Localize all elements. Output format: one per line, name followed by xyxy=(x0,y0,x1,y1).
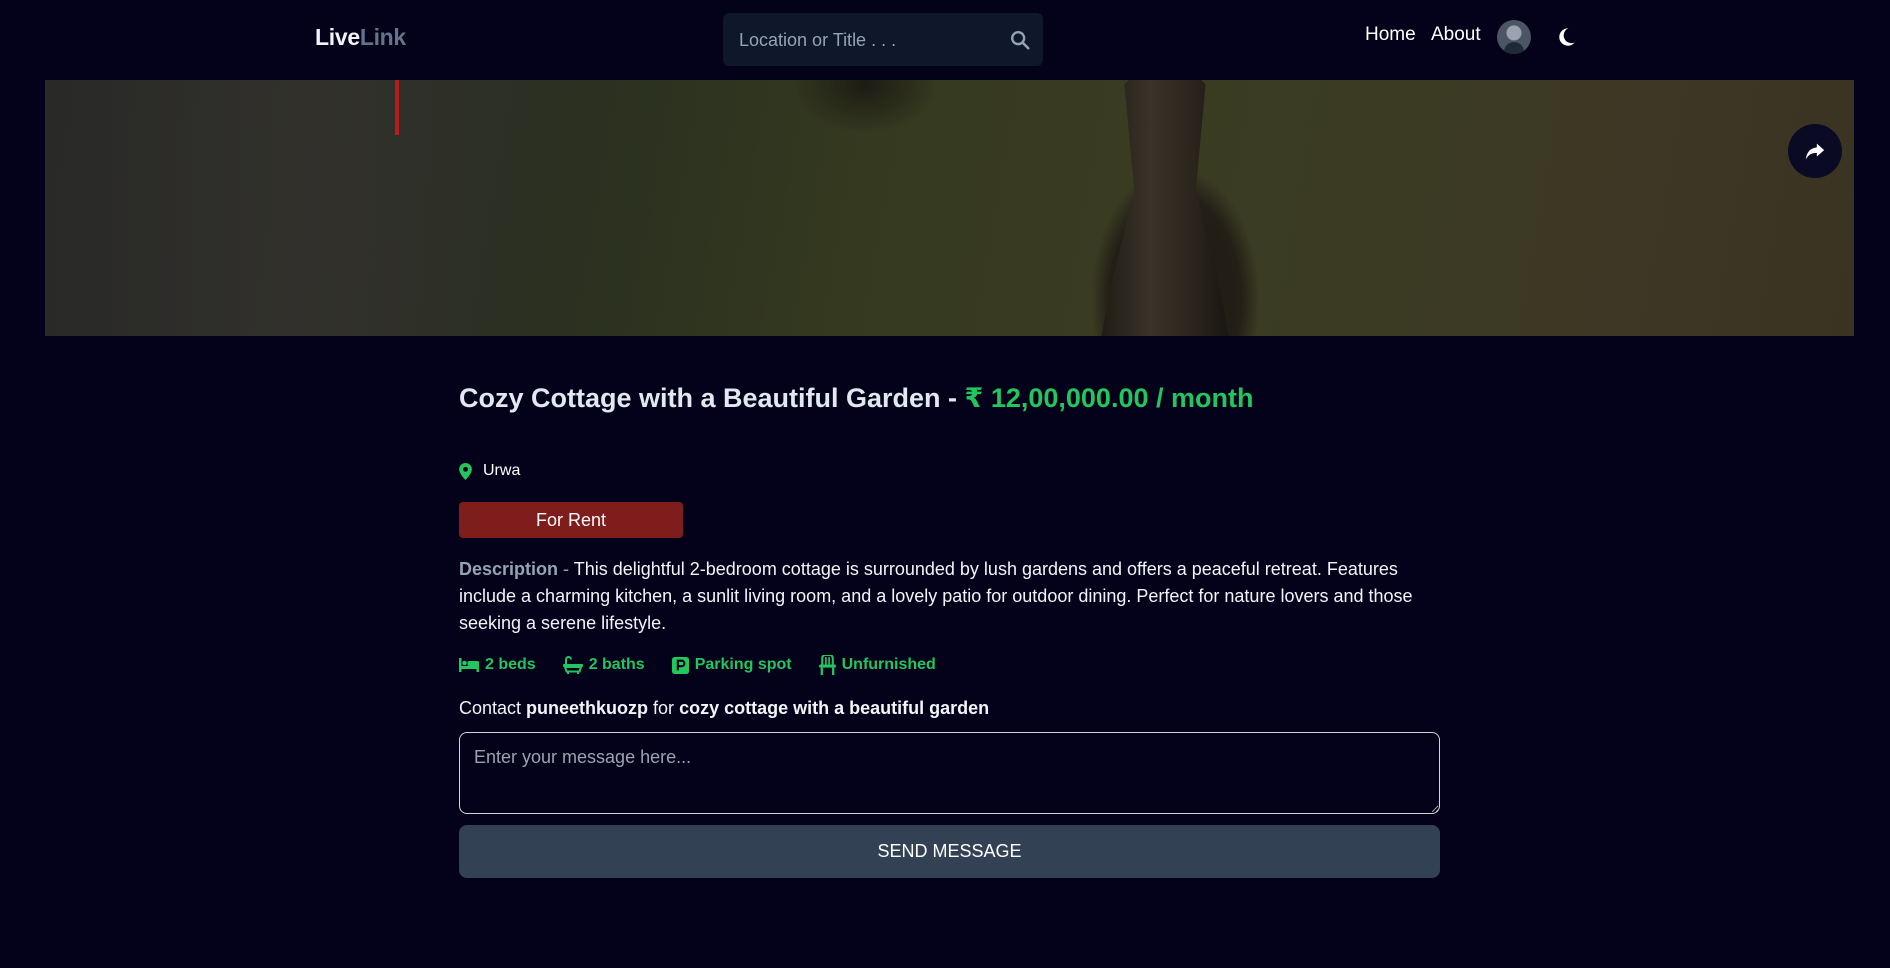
logo[interactable]: LiveLink xyxy=(315,24,406,51)
feature-baths: 2 baths xyxy=(562,655,645,675)
moon-icon[interactable] xyxy=(1555,26,1577,48)
listing-hero-image xyxy=(45,80,1854,336)
search-icon[interactable] xyxy=(1009,29,1031,51)
feature-furnished: Unfurnished xyxy=(818,655,936,675)
logo-part-live: Live xyxy=(315,24,360,50)
nav-about-link[interactable]: About xyxy=(1431,24,1481,46)
contact-mid: for xyxy=(648,698,680,718)
title-separator: - xyxy=(940,383,965,413)
listing-name: Cozy Cottage with a Beautiful Garden xyxy=(459,383,941,413)
location-text: Urwa xyxy=(483,462,521,479)
send-message-button[interactable]: SEND MESSAGE xyxy=(459,825,1440,878)
listing-location: Urwa xyxy=(459,462,520,480)
top-navbar: LiveLink Home About xyxy=(0,0,1890,80)
share-icon xyxy=(1805,143,1825,160)
feature-parking: Parking spot xyxy=(671,655,792,675)
feature-baths-label: 2 baths xyxy=(588,656,645,673)
logo-part-link: Link xyxy=(359,24,406,50)
contact-prefix: Contact xyxy=(459,698,527,718)
message-textarea[interactable] xyxy=(459,732,1440,814)
hero-red-pole xyxy=(395,80,399,135)
contact-owner: puneethkuozp xyxy=(526,698,649,718)
parking-icon xyxy=(671,656,689,674)
hero-tree-trunk xyxy=(1095,80,1235,336)
feature-parking-label: Parking spot xyxy=(694,656,792,673)
user-avatar[interactable] xyxy=(1497,20,1531,54)
listing-features: 2 beds 2 baths Parking spot Unfurnished xyxy=(459,655,963,675)
feature-beds: 2 beds xyxy=(459,655,536,675)
hero-road-area xyxy=(45,80,465,336)
feature-beds-label: 2 beds xyxy=(485,656,536,673)
description-separator: - xyxy=(558,559,574,579)
bed-icon xyxy=(459,658,479,672)
contact-heading: Contact puneethkuozp for cozy cottage wi… xyxy=(459,698,989,719)
feature-furnished-label: Unfurnished xyxy=(841,656,936,673)
chair-icon xyxy=(818,655,836,675)
share-button[interactable] xyxy=(1788,124,1842,178)
description-label: Description xyxy=(459,559,559,579)
listing-type-badge: For Rent xyxy=(459,502,683,538)
nav-home-link[interactable]: Home xyxy=(1365,24,1416,46)
contact-listing-name: cozy cottage with a beautiful garden xyxy=(679,698,990,718)
listing-title: Cozy Cottage with a Beautiful Garden - ₹… xyxy=(459,383,1253,414)
listing-price: ₹ 12,00,000.00 / month xyxy=(964,383,1254,413)
bath-icon xyxy=(562,656,583,674)
search-input[interactable] xyxy=(737,13,1001,68)
listing-description: Description - This delightful 2-bedroom … xyxy=(459,556,1439,637)
description-text: This delightful 2-bedroom cottage is sur… xyxy=(459,559,1413,633)
location-pin-icon xyxy=(459,462,472,480)
search-bar xyxy=(723,13,1043,68)
